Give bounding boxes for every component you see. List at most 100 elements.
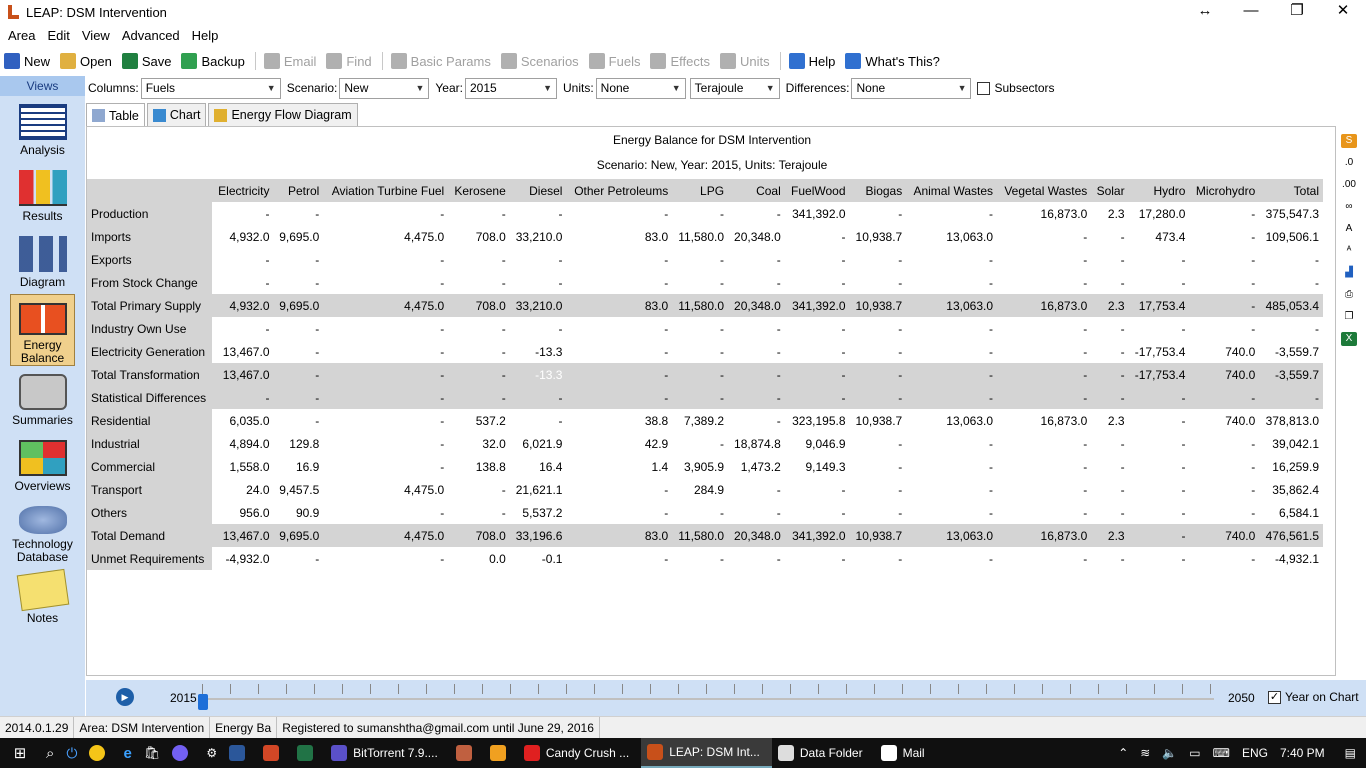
table-cell[interactable]: - bbox=[1189, 248, 1259, 271]
table-cell[interactable]: 11,580.0 bbox=[672, 524, 729, 547]
leap-s-icon[interactable]: S bbox=[1341, 134, 1357, 148]
table-cell[interactable]: - bbox=[1091, 478, 1128, 501]
table-cell[interactable]: - bbox=[997, 248, 1091, 271]
table-cell[interactable]: - bbox=[1129, 478, 1190, 501]
table-cell[interactable]: - bbox=[906, 547, 997, 570]
table-cell[interactable]: 24.0 bbox=[212, 478, 274, 501]
row-header[interactable]: Transport bbox=[87, 478, 212, 501]
table-cell[interactable]: - bbox=[274, 271, 324, 294]
row-header[interactable]: Electricity Generation bbox=[87, 340, 212, 363]
table-cell[interactable]: 341,392.0 bbox=[784, 524, 850, 547]
table-cell[interactable]: 33,196.6 bbox=[509, 524, 567, 547]
table-cell[interactable]: - bbox=[785, 317, 850, 340]
table-cell[interactable]: 2.3 bbox=[1091, 409, 1128, 432]
table-cell[interactable]: 9,695.0 bbox=[273, 524, 324, 547]
taskbar-app[interactable] bbox=[450, 738, 484, 768]
table-cell[interactable]: - bbox=[784, 386, 850, 409]
table-cell[interactable]: 18,874.8 bbox=[728, 432, 785, 455]
table-cell[interactable]: 341,392.0 bbox=[784, 294, 850, 317]
table-cell[interactable]: - bbox=[1189, 271, 1259, 294]
taskbar-app[interactable]: BitTorrent 7.9.... bbox=[325, 738, 450, 768]
table-cell[interactable]: 4,932.0 bbox=[212, 225, 274, 248]
table-cell[interactable]: 42.9 bbox=[566, 432, 672, 455]
table-cell[interactable]: - bbox=[997, 432, 1091, 455]
table-cell[interactable]: 13,467.0 bbox=[212, 363, 274, 386]
column-header[interactable]: Other Petroleums bbox=[566, 179, 673, 202]
differences-select[interactable]: None ▼ bbox=[851, 77, 972, 99]
column-header[interactable]: LPG bbox=[672, 179, 729, 202]
sidebar-item-results[interactable]: Results bbox=[0, 162, 85, 228]
table-cell[interactable]: - bbox=[906, 248, 997, 271]
table-cell[interactable]: - bbox=[850, 271, 907, 294]
table-cell[interactable]: - bbox=[785, 225, 850, 248]
copy-icon[interactable]: ❐ bbox=[1341, 310, 1357, 324]
table-cell[interactable]: 17,753.4 bbox=[1128, 294, 1190, 317]
table-cell[interactable]: - bbox=[510, 248, 567, 271]
table-cell[interactable]: - bbox=[323, 455, 448, 478]
table-cell[interactable]: - bbox=[1189, 455, 1259, 478]
fuels-button[interactable]: Fuels bbox=[588, 53, 640, 69]
table-cell[interactable]: - bbox=[850, 340, 907, 363]
table-cell[interactable]: 38.8 bbox=[566, 409, 672, 432]
table-cell[interactable]: - bbox=[566, 271, 672, 294]
chevron-up-icon[interactable]: ⌃ bbox=[1118, 746, 1128, 760]
table-cell[interactable]: - bbox=[997, 501, 1091, 524]
table-cell[interactable]: - bbox=[728, 340, 785, 363]
table-cell[interactable]: - bbox=[1091, 340, 1128, 363]
table-cell[interactable]: - bbox=[997, 271, 1091, 294]
table-cell[interactable]: - bbox=[448, 317, 510, 340]
units-select[interactable]: None ▼ bbox=[595, 77, 686, 99]
table-cell[interactable]: 11,580.0 bbox=[672, 225, 728, 248]
table-cell[interactable]: 4,475.0 bbox=[323, 524, 449, 547]
table-cell[interactable]: - bbox=[850, 501, 907, 524]
table-cell[interactable]: - bbox=[566, 248, 672, 271]
menu-item-advanced[interactable]: Advanced bbox=[116, 28, 186, 43]
scenario-select[interactable]: New ▼ bbox=[339, 77, 430, 99]
table-cell[interactable]: - bbox=[672, 363, 729, 386]
row-header[interactable]: Exports bbox=[87, 248, 212, 271]
table-cell[interactable]: 9,149.3 bbox=[785, 455, 850, 478]
table-cell[interactable]: - bbox=[785, 478, 850, 501]
table-cell[interactable]: 20,348.0 bbox=[728, 294, 785, 317]
timeline-track[interactable] bbox=[202, 698, 1214, 700]
table-cell[interactable]: 0.0 bbox=[448, 547, 510, 570]
table-cell[interactable]: - bbox=[672, 432, 728, 455]
row-header[interactable]: Unmet Requirements bbox=[87, 547, 212, 570]
table-cell[interactable]: - bbox=[448, 271, 510, 294]
table-cell[interactable]: - bbox=[997, 317, 1091, 340]
table-cell[interactable]: 4,894.0 bbox=[212, 432, 274, 455]
power-button[interactable]: ⏻ bbox=[60, 738, 83, 768]
row-header[interactable]: From Stock Change bbox=[87, 271, 212, 294]
table-cell[interactable]: 7,389.2 bbox=[672, 409, 728, 432]
table-cell[interactable]: 9,457.5 bbox=[274, 478, 324, 501]
table-cell[interactable]: 10,938.7 bbox=[849, 524, 907, 547]
table-cell[interactable]: 13,063.0 bbox=[906, 524, 998, 547]
table-cell[interactable]: - bbox=[510, 317, 567, 340]
table-cell[interactable]: -4,932.0 bbox=[212, 547, 274, 570]
table-cell[interactable]: - bbox=[566, 317, 672, 340]
table-cell[interactable]: - bbox=[785, 547, 850, 570]
effects-button[interactable]: Effects bbox=[650, 53, 710, 69]
what-s-this-button[interactable]: What's This? bbox=[845, 53, 940, 69]
sidebar-item-diagram[interactable]: Diagram bbox=[0, 228, 85, 294]
tab-energy-flow-diagram[interactable]: Energy Flow Diagram bbox=[208, 103, 358, 126]
table-cell[interactable]: - bbox=[1128, 386, 1190, 409]
table-cell[interactable]: 708.0 bbox=[448, 225, 510, 248]
table-cell[interactable]: - bbox=[906, 340, 997, 363]
table-cell[interactable]: - bbox=[448, 363, 510, 386]
row-header[interactable]: Commercial bbox=[87, 455, 212, 478]
table-cell[interactable]: - bbox=[1091, 547, 1128, 570]
table-cell[interactable]: - bbox=[906, 501, 997, 524]
table-cell[interactable]: - bbox=[448, 248, 510, 271]
table-cell[interactable]: - bbox=[448, 478, 510, 501]
table-cell[interactable]: 16.9 bbox=[274, 455, 324, 478]
table-cell[interactable]: 6,035.0 bbox=[212, 409, 274, 432]
start-button[interactable]: ⊞ bbox=[0, 738, 40, 768]
table-cell[interactable]: - bbox=[1091, 501, 1128, 524]
table-cell[interactable]: - bbox=[906, 317, 997, 340]
table-cell[interactable]: 2.3 bbox=[1091, 524, 1129, 547]
table-cell[interactable]: 740.0 bbox=[1189, 524, 1260, 547]
table-cell[interactable]: 1.4 bbox=[566, 455, 672, 478]
save-button[interactable]: Save bbox=[121, 53, 171, 69]
clock[interactable]: 7:40 PM bbox=[1280, 746, 1325, 760]
